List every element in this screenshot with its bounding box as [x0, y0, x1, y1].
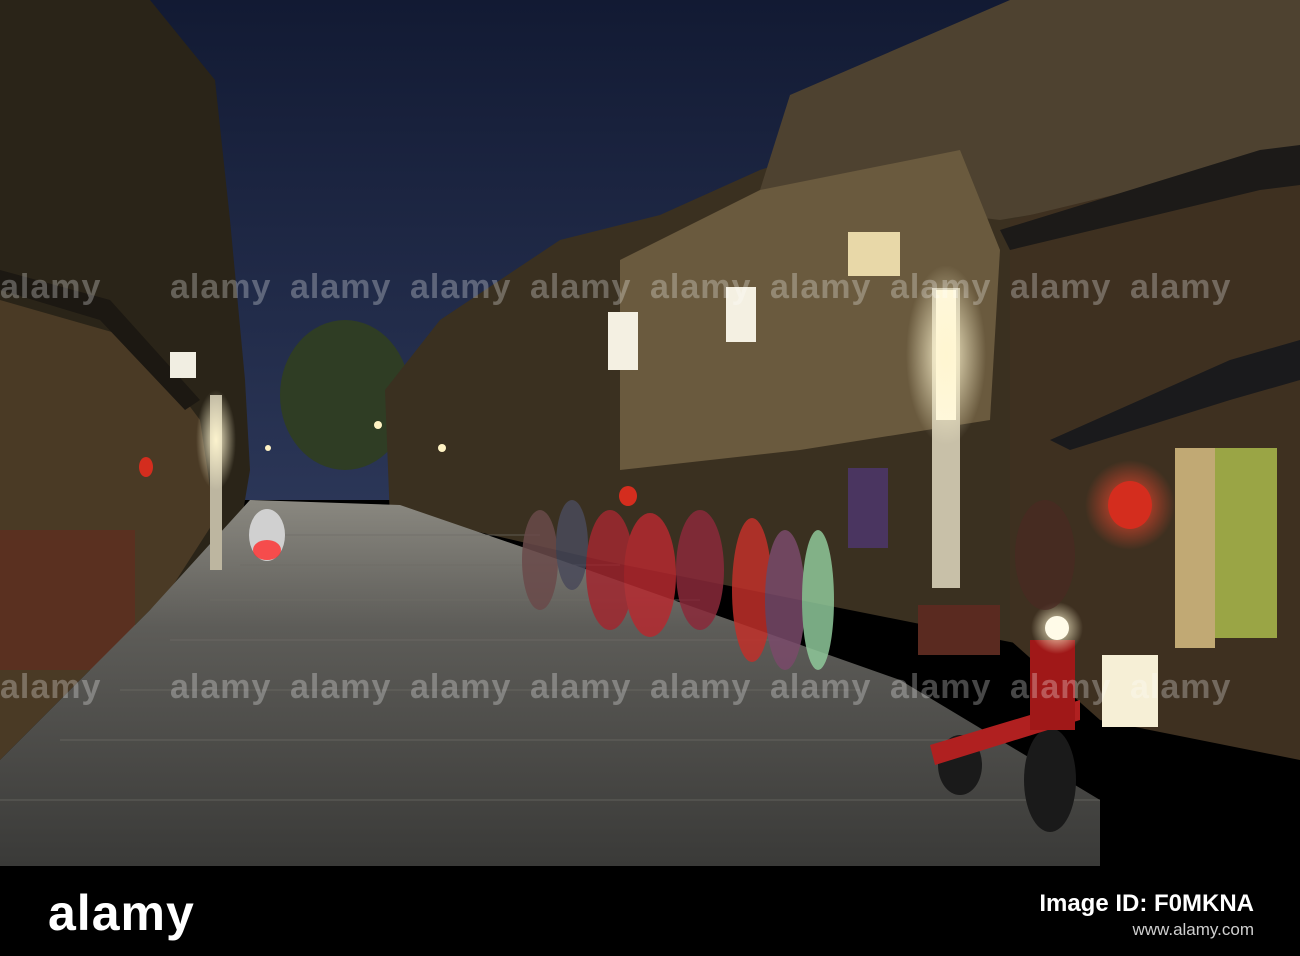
alamy-logo: alamy [48, 885, 195, 941]
night-street-scene [0, 0, 1300, 866]
red-lantern-left [139, 457, 153, 477]
distant-light [265, 445, 271, 451]
rider-blur [1015, 500, 1075, 610]
red-lantern-mid [619, 486, 637, 506]
upper-window [848, 232, 900, 276]
image-id: Image ID: F0MKNA [1039, 890, 1254, 917]
photo-frame: alamy alamy alamy alamy alamy alamy alam… [0, 0, 1300, 956]
distant-light [374, 421, 382, 429]
shop-curtain-purple [848, 468, 888, 548]
lamp-glow-right [906, 265, 986, 445]
signboard-left [170, 352, 196, 378]
image-info: Image ID: F0MKNA www.alamy.com [1039, 888, 1254, 940]
floor-lantern [1102, 655, 1158, 727]
footer-bar: alamy Image ID: F0MKNA www.alamy.com [0, 866, 1300, 956]
distant-light [438, 444, 446, 452]
site-url: www.alamy.com [1132, 920, 1254, 939]
scooter-taillight-glow [253, 540, 281, 560]
street-photo [0, 0, 1300, 866]
red-lantern-right [1108, 481, 1152, 529]
signboard-1 [608, 312, 638, 370]
headlight [1045, 616, 1069, 640]
shop-entrance-light [1175, 448, 1215, 648]
shop-curtain-green [1215, 448, 1277, 638]
lamp-glow-left [196, 390, 236, 490]
signboard-2 [726, 287, 756, 342]
